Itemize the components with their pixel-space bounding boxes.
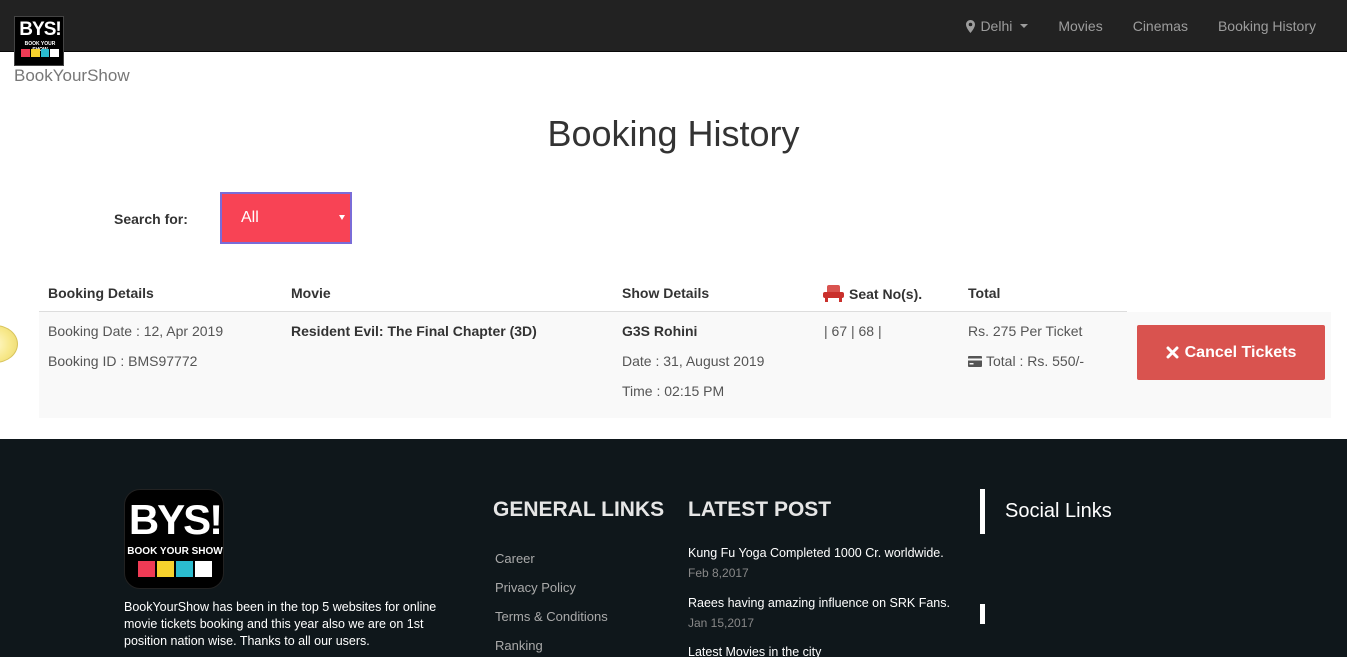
latest-post-date: Jan 15,2017 xyxy=(688,616,755,630)
per-ticket-price: Rs. 275 Per Ticket xyxy=(968,323,1083,339)
search-filter-select[interactable]: All xyxy=(220,192,352,244)
footer-link-privacy[interactable]: Privacy Policy xyxy=(495,580,576,595)
header-booking-details: Booking Details xyxy=(48,285,154,301)
latest-post-date: Feb 8,2017 xyxy=(688,566,749,580)
footer-logo: BYS! BOOK YOUR SHOW xyxy=(124,489,224,589)
movie-name: Resident Evil: The Final Chapter (3D) xyxy=(291,323,537,339)
total-price: Total : Rs. 550/- xyxy=(986,353,1085,369)
footer-logo-subtext: BOOK YOUR SHOW xyxy=(127,546,223,557)
search-filter-value: All xyxy=(241,209,259,226)
dropdown-arrow-icon xyxy=(339,215,345,220)
bulb-icon xyxy=(0,325,18,363)
nav-item-booking-history[interactable]: Booking History xyxy=(1203,18,1331,34)
nav-item-cinemas[interactable]: Cinemas xyxy=(1118,18,1203,34)
social-accent-bar xyxy=(980,604,985,624)
map-pin-icon xyxy=(966,19,976,33)
booking-id: Booking ID : BMS97772 xyxy=(48,353,198,369)
chevron-down-icon xyxy=(1020,24,1029,28)
header-movie: Movie xyxy=(291,285,331,301)
credit-card-icon xyxy=(968,355,982,367)
seat-numbers: | 67 | 68 | xyxy=(824,323,882,339)
cancel-tickets-button[interactable]: Cancel Tickets xyxy=(1137,325,1325,380)
total-price-row: Total : Rs. 550/- xyxy=(968,353,1084,369)
close-icon xyxy=(1166,346,1179,359)
location-dropdown[interactable]: Delhi xyxy=(951,18,1043,34)
footer-link-terms[interactable]: Terms & Conditions xyxy=(495,609,608,624)
nav-menu: Delhi Movies Cinemas Booking History xyxy=(951,0,1331,52)
show-date: Date : 31, August 2019 xyxy=(622,353,765,369)
footer-logo-color-strip xyxy=(138,561,212,577)
show-time: Time : 02:15 PM xyxy=(622,383,725,399)
search-label: Search for: xyxy=(114,211,188,227)
header-seats: Seat No(s). xyxy=(823,285,922,302)
footer-link-career[interactable]: Career xyxy=(495,551,535,566)
footer-link-ranking[interactable]: Ranking xyxy=(495,638,543,653)
social-links-heading: Social Links xyxy=(1005,500,1112,522)
header-seats-label: Seat No(s). xyxy=(849,285,923,302)
booking-date: Booking Date : 12, Apr 2019 xyxy=(48,323,224,339)
logo-text: BYS! xyxy=(19,19,61,40)
latest-post-heading: LATEST POST xyxy=(688,498,832,521)
footer-logo-text: BYS! xyxy=(128,496,223,543)
header-total: Total xyxy=(968,285,1001,301)
cinema-name: G3S Rohini xyxy=(622,323,698,339)
logo-color-strip xyxy=(21,49,59,57)
nav-item-movies[interactable]: Movies xyxy=(1043,18,1117,34)
social-accent-bar xyxy=(980,489,985,534)
brand-logo[interactable]: BYS! BOOK YOUR SHOW xyxy=(14,16,64,66)
latest-post-title[interactable]: Raees having amazing influence on SRK Fa… xyxy=(688,596,950,610)
footer-about-text: BookYourShow has been in the top 5 websi… xyxy=(124,600,437,648)
brand-name[interactable]: BookYourShow xyxy=(14,66,130,86)
page-title: Booking History xyxy=(547,113,800,154)
navbar: Delhi Movies Cinemas Booking History xyxy=(0,0,1347,52)
cancel-tickets-label: Cancel Tickets xyxy=(1184,343,1297,361)
location-label: Delhi xyxy=(980,18,1013,34)
latest-post-title[interactable]: Kung Fu Yoga Completed 1000 Cr. worldwid… xyxy=(688,546,944,560)
seat-icon xyxy=(823,285,844,302)
header-show-details: Show Details xyxy=(622,285,710,301)
general-links-heading: GENERAL LINKS xyxy=(493,498,665,521)
